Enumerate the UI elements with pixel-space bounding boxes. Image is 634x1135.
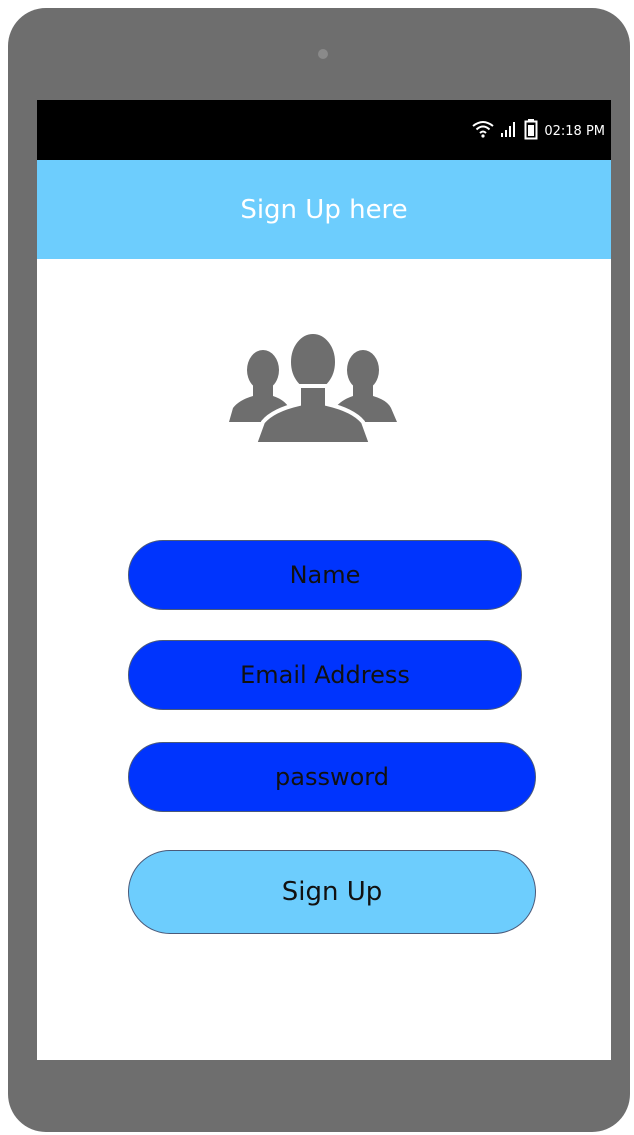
email-field-label: Email Address bbox=[240, 661, 410, 689]
device-frame: 02:18 PM Sign Up here Name Email Address… bbox=[8, 8, 630, 1132]
name-field-label: Name bbox=[289, 561, 361, 589]
app-bar: Sign Up here bbox=[37, 160, 611, 259]
camera-dot bbox=[318, 49, 328, 59]
sign-up-button-label: Sign Up bbox=[281, 877, 383, 907]
password-field[interactable]: password bbox=[128, 742, 536, 812]
screen: 02:18 PM Sign Up here Name Email Address… bbox=[37, 100, 611, 1060]
status-bar: 02:18 PM bbox=[37, 100, 611, 160]
password-field-label: password bbox=[275, 763, 389, 791]
sign-up-button[interactable]: Sign Up bbox=[128, 850, 536, 934]
page-title: Sign Up here bbox=[240, 194, 408, 225]
wifi-icon bbox=[472, 120, 494, 142]
users-group-icon bbox=[223, 330, 403, 446]
battery-icon bbox=[524, 118, 538, 144]
status-time: 02:18 PM bbox=[544, 123, 605, 139]
status-icons: 02:18 PM bbox=[472, 118, 605, 144]
signal-icon bbox=[500, 121, 518, 141]
name-field[interactable]: Name bbox=[128, 540, 522, 610]
email-field[interactable]: Email Address bbox=[128, 640, 522, 710]
